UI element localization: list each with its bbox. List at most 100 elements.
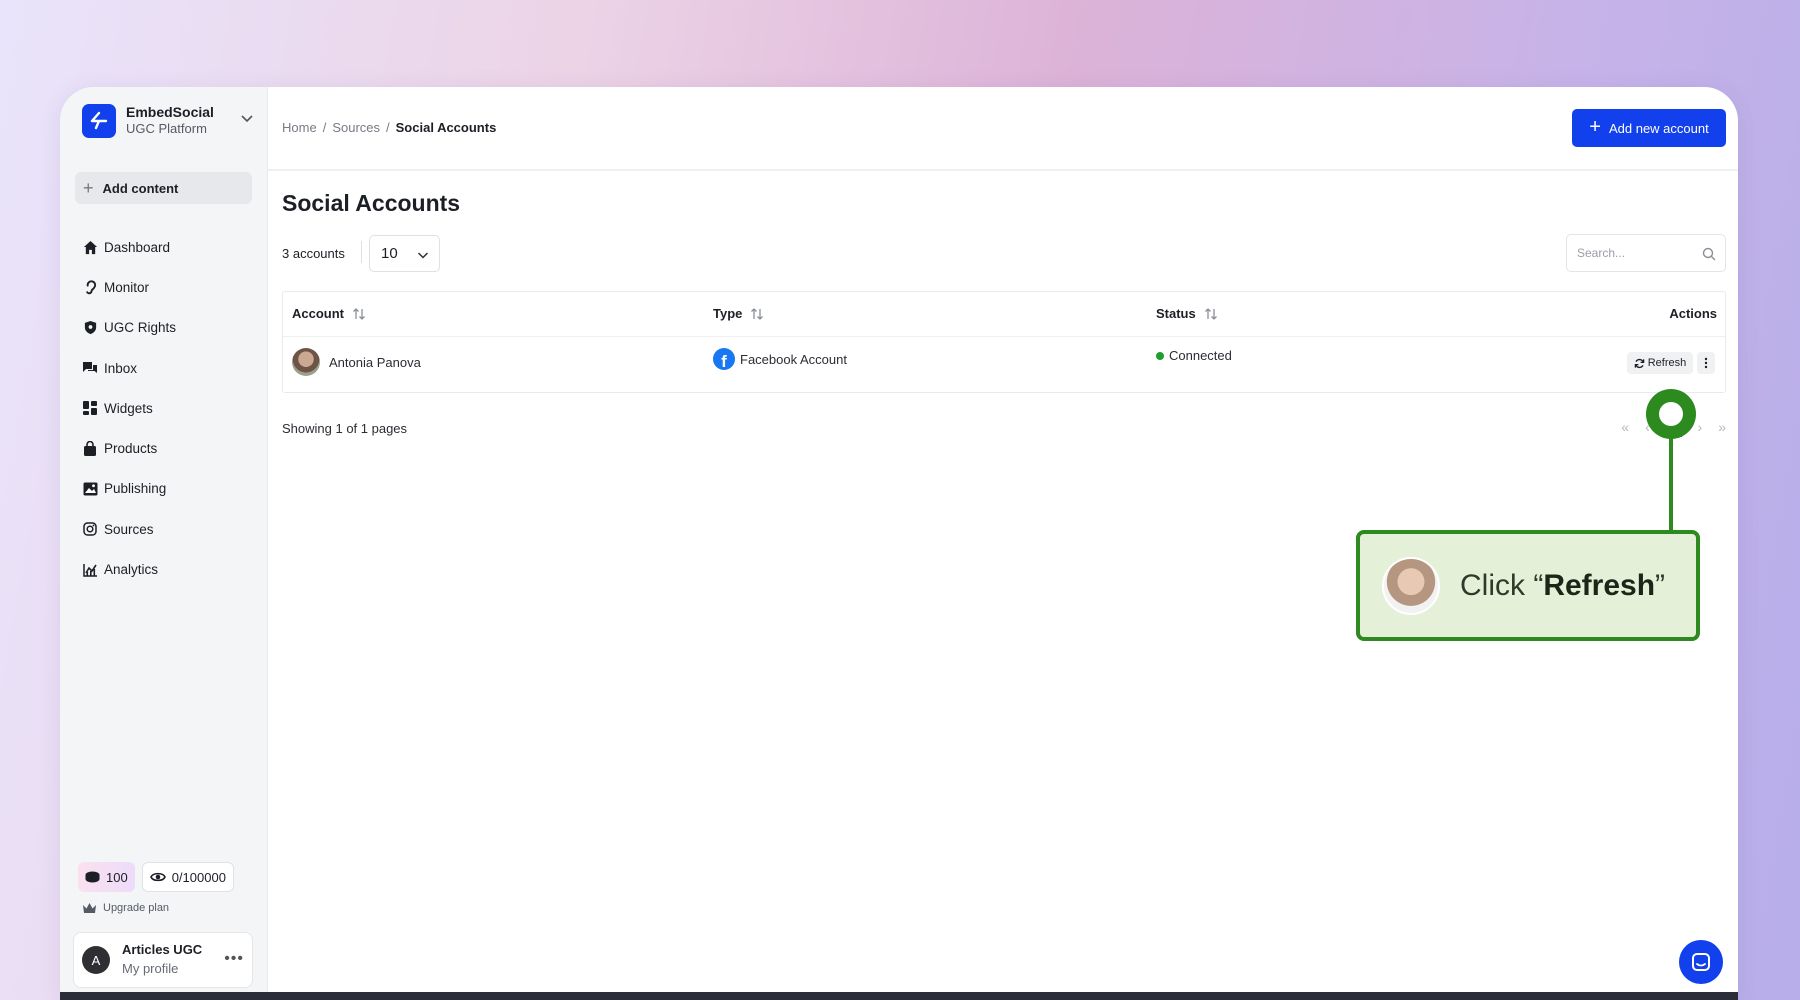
brand-subtitle: UGC Platform — [126, 121, 207, 137]
table-cell-type: f Facebook Account — [713, 348, 847, 370]
status-badge: Connected — [1169, 348, 1232, 363]
avatar: A — [82, 946, 110, 974]
grid-icon — [82, 400, 98, 416]
column-header-status[interactable]: Status — [1156, 306, 1218, 321]
divider — [361, 241, 362, 263]
add-content-label: Add content — [102, 180, 179, 196]
credits-value: 100 — [106, 869, 128, 885]
upgrade-plan-link[interactable]: Upgrade plan — [82, 902, 169, 914]
column-header-actions: Actions — [1669, 306, 1717, 321]
column-header-label: Account — [292, 306, 344, 321]
sidebar-item-analytics[interactable]: Analytics — [82, 549, 176, 589]
search-input[interactable] — [1577, 246, 1687, 260]
profile-name: Articles UGC — [122, 942, 203, 958]
sidebar-item-label: Widgets — [104, 400, 153, 416]
accounts-table: Account Type Status Actions Antonia Pano… — [282, 291, 1726, 393]
tutorial-connector — [1669, 432, 1673, 532]
sidebar-item-label: Analytics — [104, 562, 159, 578]
column-header-label: Actions — [1669, 306, 1717, 321]
sidebar-item-label: Dashboard — [104, 239, 171, 255]
breadcrumb: Home / Sources / Social Accounts — [282, 120, 496, 135]
embedsocial-logo-icon — [82, 103, 116, 138]
sort-icon[interactable] — [750, 307, 764, 321]
sidebar-item-label: Publishing — [104, 481, 167, 497]
sidebar-item-monitor[interactable]: Monitor — [82, 267, 176, 307]
bag-icon — [82, 441, 98, 457]
window-bottom-edge — [60, 992, 1738, 1000]
last-page-button[interactable]: » — [1718, 419, 1726, 437]
breadcrumb-home[interactable]: Home — [282, 120, 317, 135]
table-cell-status: Connected — [1156, 348, 1232, 363]
column-header-label: Type — [713, 306, 743, 321]
eye-icon — [149, 872, 166, 882]
add-new-account-button[interactable]: + Add new account — [1572, 109, 1726, 147]
credits-badge[interactable]: 100 — [78, 862, 135, 892]
per-page-value: 10 — [381, 245, 398, 262]
sidebar-nav: Dashboard Monitor UGC Rights Inbox Widge… — [82, 227, 176, 590]
account-type: Facebook Account — [740, 351, 847, 367]
coins-icon — [85, 871, 100, 883]
next-page-button[interactable]: › — [1698, 419, 1703, 437]
chevron-down-icon — [240, 111, 254, 130]
tutorial-instruction: Click “Refresh” — [1460, 569, 1665, 603]
sidebar-item-inbox[interactable]: Inbox — [82, 348, 176, 388]
tutorial-target: Refresh — [1543, 568, 1656, 602]
tutorial-callout: Click “Refresh” — [1356, 530, 1700, 641]
page-title: Social Accounts — [282, 190, 461, 216]
column-header-label: Status — [1156, 306, 1196, 321]
refresh-button[interactable]: Refresh — [1627, 352, 1693, 374]
tutorial-suffix: ” — [1655, 568, 1666, 602]
breadcrumb-sources[interactable]: Sources — [332, 120, 380, 135]
usage-badges: 100 0/100000 — [78, 862, 234, 892]
search-icon[interactable] — [1702, 247, 1716, 261]
sidebar-item-sources[interactable]: Sources — [82, 509, 176, 549]
breadcrumb-current: Social Accounts — [395, 120, 497, 135]
sidebar-item-dashboard[interactable]: Dashboard — [82, 227, 176, 267]
more-horizontal-icon[interactable]: ••• — [224, 950, 244, 968]
tutorial-prefix: Click “ — [1460, 568, 1544, 602]
top-bar: Home / Sources / Social Accounts + Add n… — [268, 87, 1738, 171]
add-new-account-label: Add new account — [1608, 120, 1709, 136]
table-cell-account: Antonia Panova — [292, 348, 421, 376]
more-vertical-icon[interactable] — [1697, 352, 1715, 374]
add-content-button[interactable]: + Add content — [75, 172, 252, 204]
tutorial-hotspot[interactable] — [1646, 389, 1696, 439]
sort-icon[interactable] — [1204, 307, 1218, 321]
accounts-count: 3 accounts — [282, 246, 345, 261]
first-page-button[interactable]: « — [1621, 419, 1629, 437]
chat-icon — [82, 360, 98, 376]
sidebar-item-publishing[interactable]: Publishing — [82, 469, 176, 509]
sidebar-item-products[interactable]: Products — [82, 428, 176, 468]
views-badge[interactable]: 0/100000 — [141, 862, 234, 892]
column-header-type[interactable]: Type — [713, 306, 764, 321]
sidebar-item-widgets[interactable]: Widgets — [82, 388, 176, 428]
sidebar-item-label: Sources — [104, 521, 154, 537]
instagram-icon — [82, 521, 98, 537]
pagination-summary: Showing 1 of 1 pages — [282, 421, 408, 436]
status-dot — [1156, 351, 1164, 360]
shield-icon — [82, 320, 98, 336]
brand-name: EmbedSocial — [126, 104, 214, 120]
divider — [283, 336, 1725, 337]
column-header-account[interactable]: Account — [292, 306, 366, 321]
per-page-select[interactable]: 10 — [369, 235, 440, 272]
sort-icon[interactable] — [352, 307, 366, 321]
chat-bubble-icon — [1692, 953, 1710, 971]
sidebar-item-label: Products — [104, 441, 158, 457]
sidebar-item-ugc-rights[interactable]: UGC Rights — [82, 308, 176, 348]
chevron-down-icon — [417, 252, 429, 259]
guide-avatar — [1382, 556, 1440, 615]
chat-launcher-button[interactable] — [1679, 940, 1723, 984]
sidebar: EmbedSocial UGC Platform + Add content D… — [60, 87, 268, 1000]
profile-card[interactable]: A Articles UGC My profile ••• — [73, 932, 253, 988]
crown-icon — [83, 903, 96, 913]
refresh-icon — [1634, 358, 1645, 368]
search-box — [1566, 234, 1726, 272]
sidebar-item-label: Inbox — [104, 360, 138, 376]
facebook-icon: f — [713, 348, 735, 370]
image-icon — [82, 481, 98, 497]
account-name: Antonia Panova — [329, 354, 421, 370]
refresh-label: Refresh — [1647, 357, 1687, 369]
ear-icon — [82, 279, 98, 295]
brand-switcher[interactable]: EmbedSocial UGC Platform — [82, 103, 254, 138]
